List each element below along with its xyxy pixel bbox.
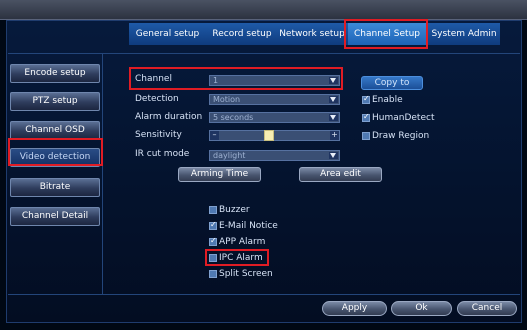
split-screen-checkbox[interactable]: Split Screen (209, 269, 273, 279)
tab-record-setup[interactable]: Record setup (206, 23, 278, 45)
detection-label: Detection (135, 94, 179, 104)
ir-cut-mode-select[interactable]: daylight (209, 150, 340, 161)
minus-icon[interactable]: – (210, 131, 219, 140)
ipc-alarm-checkbox[interactable]: IPC Alarm (209, 253, 263, 263)
human-detect-label: HumanDetect (372, 113, 435, 123)
buzzer-checkbox[interactable]: Buzzer (209, 205, 250, 215)
ipc-alarm-label: IPC Alarm (219, 253, 263, 263)
checkbox-icon (362, 112, 370, 122)
chevron-down-icon (329, 96, 338, 103)
settings-tabs: General setup Record setup Network setup… (129, 23, 500, 45)
sidebar-item-channel-detail[interactable]: Channel Detail (10, 207, 100, 226)
tab-general-setup[interactable]: General setup (129, 23, 206, 45)
sidebar-item-video-detection[interactable]: Video detection (10, 148, 100, 167)
checkbox-icon (362, 94, 370, 104)
apply-button[interactable]: Apply (322, 301, 387, 316)
checkbox-icon (362, 132, 370, 140)
enable-checkbox[interactable]: Enable (362, 94, 403, 105)
tab-system-admin[interactable]: System Admin (428, 23, 500, 45)
email-notice-label: E-Mail Notice (219, 221, 278, 231)
plus-icon[interactable]: + (330, 131, 339, 140)
detection-select-value: Motion (213, 95, 241, 104)
sensitivity-slider-thumb[interactable] (264, 130, 275, 141)
channel-select[interactable]: 1 (209, 75, 340, 86)
chevron-down-icon (329, 77, 338, 84)
top-divider (8, 53, 520, 54)
dvr-window: General setup Record setup Network setup… (0, 0, 527, 330)
chevron-down-icon (329, 152, 338, 159)
bottom-divider (8, 294, 520, 295)
ok-button[interactable]: Ok (391, 301, 452, 316)
human-detect-checkbox[interactable]: HumanDetect (362, 112, 435, 123)
tab-channel-setup[interactable]: Channel Setup (348, 23, 426, 45)
sidebar-item-encode-setup[interactable]: Encode setup (10, 64, 100, 83)
checkbox-icon (209, 206, 217, 214)
chevron-down-icon (329, 114, 338, 121)
checkbox-icon (209, 254, 217, 262)
sidebar-item-channel-osd[interactable]: Channel OSD (10, 121, 100, 140)
alarm-duration-label: Alarm duration (135, 112, 203, 122)
sidebar-divider (102, 54, 103, 294)
draw-region-label: Draw Region (372, 131, 430, 141)
checkbox-icon (209, 220, 217, 230)
checkbox-icon (209, 270, 217, 278)
copy-to-button[interactable]: Copy to (361, 76, 423, 90)
channel-label: Channel (135, 74, 172, 84)
checkbox-icon (209, 236, 217, 246)
sensitivity-label: Sensitivity (135, 130, 182, 140)
area-edit-button[interactable]: Area edit (299, 167, 382, 182)
email-notice-checkbox[interactable]: E-Mail Notice (209, 220, 278, 231)
sidebar-item-bitrate[interactable]: Bitrate (10, 178, 100, 197)
title-bar (0, 0, 527, 20)
tab-network-setup[interactable]: Network setup (278, 23, 346, 45)
ir-cut-mode-label: IR cut mode (135, 149, 190, 159)
sensitivity-slider[interactable]: – + (209, 130, 340, 141)
split-screen-label: Split Screen (219, 269, 273, 279)
draw-region-checkbox[interactable]: Draw Region (362, 131, 429, 141)
detection-select[interactable]: Motion (209, 94, 340, 105)
ir-cut-mode-select-value: daylight (213, 151, 246, 160)
alarm-duration-select-value: 5 seconds (213, 113, 254, 122)
alarm-duration-select[interactable]: 5 seconds (209, 112, 340, 123)
arming-time-button[interactable]: Arming Time (178, 167, 261, 182)
app-alarm-label: APP Alarm (219, 237, 266, 247)
enable-label: Enable (372, 95, 403, 105)
channel-select-value: 1 (213, 76, 219, 85)
app-alarm-checkbox[interactable]: APP Alarm (209, 236, 266, 247)
buzzer-label: Buzzer (219, 205, 250, 215)
cancel-button[interactable]: Cancel (457, 301, 517, 316)
sidebar-item-ptz-setup[interactable]: PTZ setup (10, 92, 100, 111)
